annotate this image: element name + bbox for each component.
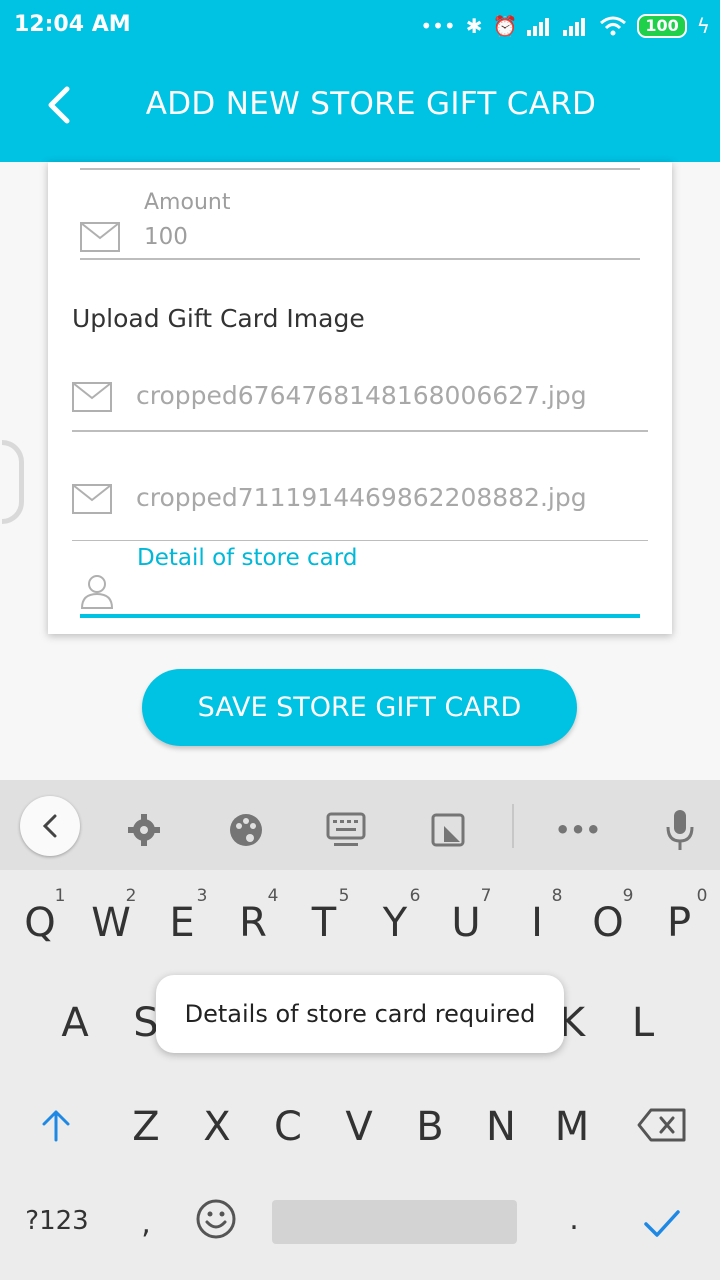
palette-icon bbox=[230, 814, 262, 846]
signal-icon bbox=[527, 18, 550, 36]
app-bar: 12:04 AM ••• ✱ ⏰ 100 ϟ ADD NEW STORE GIF… bbox=[0, 0, 720, 162]
alarm-icon: ⏰ bbox=[492, 14, 518, 38]
key-b[interactable]: B bbox=[400, 1104, 460, 1150]
shift-icon bbox=[42, 1110, 70, 1142]
bluetooth-icon: ✱ bbox=[465, 14, 483, 38]
status-time: 12:04 AM bbox=[14, 12, 131, 37]
key-y[interactable]: Y bbox=[365, 900, 425, 946]
key-n[interactable]: N bbox=[471, 1104, 531, 1150]
key-z[interactable]: Z bbox=[116, 1104, 176, 1150]
amount-underline bbox=[80, 258, 640, 260]
shift-key[interactable] bbox=[26, 1106, 86, 1152]
toast-message: Details of store card required bbox=[156, 975, 564, 1053]
wifi-icon bbox=[600, 16, 627, 36]
save-button[interactable]: SAVE STORE GIFT CARD bbox=[142, 669, 577, 746]
theme-button[interactable] bbox=[216, 800, 276, 860]
emoji-key[interactable] bbox=[186, 1198, 246, 1250]
key-o[interactable]: O bbox=[578, 900, 638, 946]
mail-icon bbox=[72, 484, 112, 514]
mic-icon bbox=[666, 810, 694, 850]
battery-icon: 100 bbox=[637, 14, 687, 38]
toolbar-separator bbox=[512, 804, 514, 848]
key-a[interactable]: A bbox=[45, 1000, 105, 1046]
detail-input[interactable] bbox=[130, 576, 640, 612]
keyboard-back-button[interactable] bbox=[20, 796, 80, 856]
mail-icon bbox=[72, 382, 112, 412]
file-2-underline bbox=[72, 540, 648, 541]
space-bar[interactable] bbox=[272, 1200, 517, 1244]
amount-label: Amount bbox=[144, 190, 231, 215]
detail-label: Detail of store card bbox=[137, 545, 358, 571]
key-p[interactable]: P bbox=[649, 900, 709, 946]
chevron-left-icon bbox=[42, 814, 57, 838]
check-icon bbox=[644, 1210, 680, 1237]
settings-button[interactable] bbox=[114, 800, 174, 860]
enter-key[interactable] bbox=[632, 1204, 692, 1250]
voice-input-button[interactable] bbox=[650, 800, 710, 860]
more-icon[interactable]: ••• bbox=[548, 800, 608, 860]
resize-button[interactable] bbox=[418, 800, 478, 860]
amount-field[interactable]: 100 bbox=[144, 224, 188, 250]
backspace-key[interactable] bbox=[634, 1106, 690, 1152]
keyboard-icon bbox=[326, 812, 366, 846]
signal-icon-2 bbox=[563, 18, 586, 36]
gear-icon bbox=[128, 814, 160, 846]
upload-label: Upload Gift Card Image bbox=[72, 304, 365, 333]
page-title: ADD NEW STORE GIFT CARD bbox=[145, 86, 597, 122]
status-icons: ••• ✱ ⏰ 100 ϟ bbox=[420, 10, 710, 42]
detail-underline bbox=[80, 614, 640, 618]
emoji-icon bbox=[196, 1199, 236, 1239]
key-i[interactable]: I bbox=[507, 900, 567, 946]
key-t[interactable]: T bbox=[294, 900, 354, 946]
keyboard-toolbar: ••• bbox=[0, 780, 720, 870]
keyboard-mode-button[interactable] bbox=[316, 800, 376, 860]
key-l[interactable]: L bbox=[613, 1000, 673, 1046]
image-file-2[interactable]: cropped7111914469862208882.jpg bbox=[136, 483, 587, 512]
backspace-icon bbox=[637, 1108, 686, 1142]
edge-handle[interactable] bbox=[2, 440, 24, 524]
person-icon bbox=[80, 575, 114, 609]
key-w[interactable]: W bbox=[81, 900, 141, 946]
key-m[interactable]: M bbox=[542, 1104, 602, 1150]
field-divider bbox=[80, 168, 640, 170]
key-e[interactable]: E bbox=[152, 900, 212, 946]
key-x[interactable]: X bbox=[187, 1104, 247, 1150]
key-q[interactable]: Q bbox=[10, 900, 70, 946]
more-dots-icon: ••• bbox=[420, 14, 456, 38]
comma-key[interactable]: , bbox=[116, 1206, 176, 1241]
image-file-1[interactable]: cropped6764768148168006627.jpg bbox=[136, 381, 587, 410]
key-u[interactable]: U bbox=[436, 900, 496, 946]
period-key[interactable]: . bbox=[544, 1202, 604, 1237]
symbols-key[interactable]: ?123 bbox=[20, 1206, 94, 1236]
key-c[interactable]: C bbox=[258, 1104, 318, 1150]
charging-icon: ϟ bbox=[696, 14, 710, 38]
file-1-underline bbox=[72, 430, 648, 432]
mail-icon bbox=[80, 222, 120, 252]
resize-icon bbox=[431, 813, 465, 847]
key-v[interactable]: V bbox=[329, 1104, 389, 1150]
key-r[interactable]: R bbox=[223, 900, 283, 946]
